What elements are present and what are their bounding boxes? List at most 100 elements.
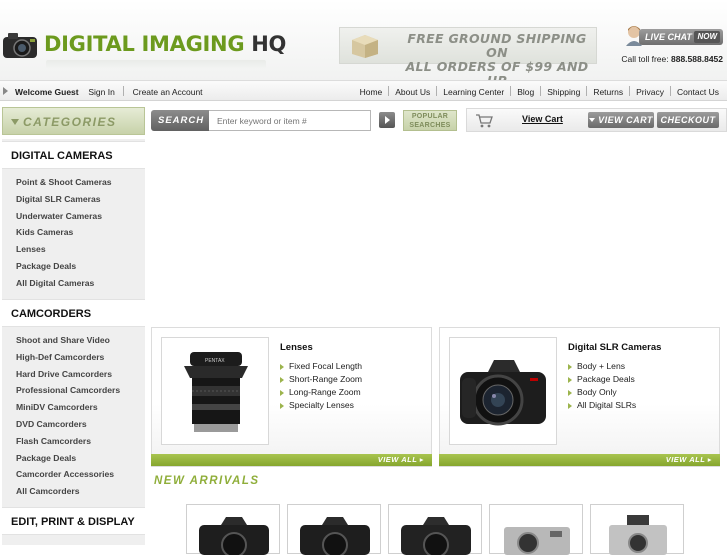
view-all-lenses-button[interactable]: VIEW ALL ▸ [151,454,432,466]
chevron-down-icon [589,118,596,122]
svg-text:PENTAX: PENTAX [205,358,225,364]
main-content: PENTAX Lenses Fixed Focal Length Short-R… [147,136,727,555]
category-link[interactable]: Lenses [16,241,112,258]
dslr-product-image[interactable] [449,337,557,445]
search-input[interactable] [209,110,371,131]
category-camcorders[interactable]: CAMCORDERS [2,299,145,327]
category-link[interactable]: Point & Shoot Cameras [16,174,112,191]
nav-blog[interactable]: Blog [517,87,534,97]
nav-contact-us[interactable]: Contact Us [677,87,719,97]
category-link[interactable]: Package Deals [16,258,112,275]
nav-separator [123,86,125,96]
popular-searches-button[interactable]: POPULAR SEARCHES [403,110,457,131]
nav-shipping[interactable]: Shipping [547,87,580,97]
promo-lenses-list: Fixed Focal Length Short-Range Zoom Long… [280,360,362,412]
toll-free-number: 888.588.8452 [671,54,723,64]
search-go-button[interactable] [379,112,395,128]
view-cart-button-label: VIEW CART [598,115,653,125]
view-all-dslr-button[interactable]: VIEW ALL ▸ [439,454,720,466]
dslr-thumbnail-icon [199,517,269,555]
free-shipping-banner[interactable]: FREE GROUND SHIPPING ON ALL ORDERS OF $9… [339,27,597,88]
main-nav-links: Home About Us Learning Center Blog Shipping R… [360,86,719,97]
category-link[interactable]: Kids Cameras [16,224,112,241]
popular-line-2: SEARCHES [409,122,451,129]
category-link[interactable]: All Camcorders [16,483,120,500]
nav-privacy[interactable]: Privacy [636,87,664,97]
promo-link[interactable]: Long-Range Zoom [280,386,362,399]
promo-link[interactable]: Package Deals [568,373,636,386]
category-link[interactable]: Professional Camcorders [16,382,120,399]
new-arrival-item[interactable] [287,504,381,555]
promo-dslr-title[interactable]: Digital SLR Cameras [568,342,661,353]
nav-learning-center[interactable]: Learning Center [443,87,504,97]
logo-reflection [46,60,266,69]
promo-link[interactable]: Short-Range Zoom [280,373,362,386]
lens-image-icon: PENTAX [184,352,248,432]
new-arrival-item[interactable] [186,504,280,555]
categories-title: CATEGORIES [23,115,117,129]
popular-line-1: POPULAR [411,113,449,120]
promo-dslr-list: Body + Lens Package Deals Body Only All … [568,360,636,412]
site-header: DIGITAL IMAGING HQ FREE GROUND SHIPPING … [0,0,727,88]
category-digital-cameras[interactable]: DIGITAL CAMERAS [2,141,145,169]
sign-in-link[interactable]: Sign In [88,87,114,97]
nav-separator [540,86,542,96]
create-account-link[interactable]: Create an Account [133,87,203,97]
category-link[interactable]: MiniDV Camcorders [16,399,120,416]
category-link[interactable]: Flash Camcorders [16,433,120,450]
checkout-button[interactable]: CHECKOUT [657,112,719,128]
compact-camera-thumbnail-icon [504,527,570,555]
promo-link[interactable]: Body + Lens [568,360,636,373]
category-link[interactable]: Camcorder Accessories [16,466,120,483]
account-links: Welcome Guest Sign In Create an Account [15,86,203,97]
new-arrivals-title: NEW ARRIVALS [154,475,260,487]
site-logo[interactable]: DIGITAL IMAGING HQ [2,26,292,70]
nav-returns[interactable]: Returns [593,87,623,97]
promo-digital-slr: Digital SLR Cameras Body + Lens Package … [439,327,720,467]
category-link[interactable]: Package Deals [16,450,120,467]
view-cart-link[interactable]: View Cart [522,114,563,124]
category-link[interactable]: Hard Drive Camcorders [16,366,120,383]
cart-bar: View Cart VIEW CART CHECKOUT [466,108,727,132]
category-edit-print-display[interactable]: EDIT, PRINT & DISPLAY [2,507,145,535]
dslr-image-icon [460,360,546,426]
nav-separator [388,86,390,96]
lens-product-image[interactable]: PENTAX [161,337,269,445]
digital-cameras-list: Point & Shoot Cameras Digital SLR Camera… [16,174,112,292]
category-link[interactable]: High-Def Camcorders [16,349,120,366]
nav-home[interactable]: Home [360,87,383,97]
welcome-text: Welcome Guest [15,87,79,97]
search-label: SEARCH [151,110,209,131]
nav-separator [586,86,588,96]
category-link[interactable]: Digital SLR Cameras [16,191,112,208]
nav-about-us[interactable]: About Us [395,87,430,97]
promo-link[interactable]: All Digital SLRs [568,399,636,412]
compact-camera-thumbnail-icon [609,515,667,555]
category-link[interactable]: Underwater Cameras [16,208,112,225]
new-arrival-item[interactable] [489,504,583,555]
toll-free-phone: Call toll free: 888.588.8452 [621,54,723,64]
promo-link[interactable]: Body Only [568,386,636,399]
view-all-label: VIEW ALL [665,455,706,464]
promo-link[interactable]: Specialty Lenses [280,399,362,412]
category-link[interactable]: All Digital Cameras [16,275,112,292]
nav-separator [669,86,671,96]
search-bar: SEARCH POPULAR SEARCHES [151,110,458,131]
shopping-cart-icon[interactable] [475,114,493,128]
camcorders-list: Shoot and Share Video High-Def Camcorder… [16,332,120,500]
live-chat-button[interactable]: LIVE CHAT NOW [625,26,723,46]
camera-logo-icon [3,33,37,58]
shipping-line-1: FREE GROUND SHIPPING ON [407,31,587,60]
view-cart-button[interactable]: VIEW CART [588,112,654,128]
top-nav-bar: Welcome Guest Sign In Create an Account … [0,80,727,101]
toll-free-label: Call toll free: [621,54,669,64]
categories-header[interactable]: CATEGORIES [2,107,145,135]
live-chat-now-badge: NOW [694,31,720,43]
dslr-thumbnail-icon [401,517,471,555]
new-arrival-item[interactable] [590,504,684,555]
category-link[interactable]: Shoot and Share Video [16,332,120,349]
category-link[interactable]: DVD Camcorders [16,416,120,433]
new-arrival-item[interactable] [388,504,482,555]
promo-lenses-title[interactable]: Lenses [280,342,313,353]
promo-link[interactable]: Fixed Focal Length [280,360,362,373]
